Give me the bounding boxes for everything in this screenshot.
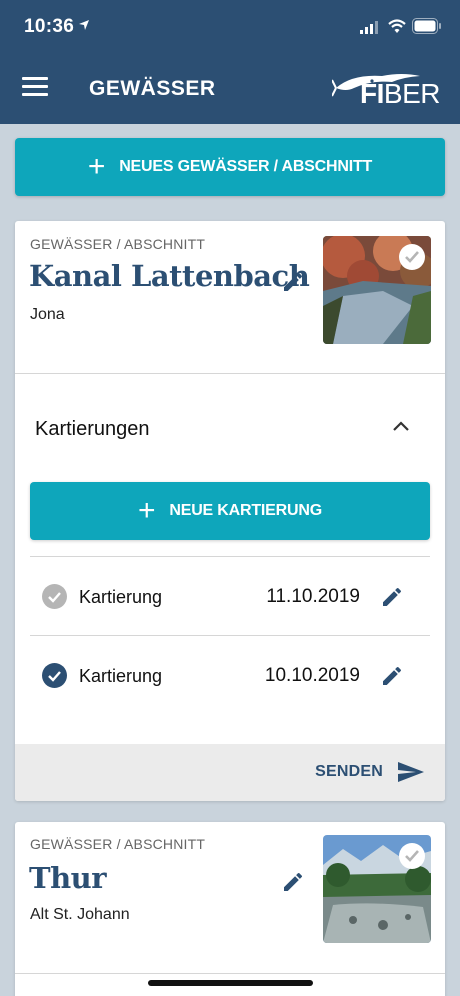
mapping-row[interactable]: Kartierung 11.10.2019 bbox=[30, 557, 430, 635]
water-overline: GEWÄSSER / ABSCHNITT bbox=[30, 836, 206, 852]
location-arrow-icon bbox=[79, 20, 89, 30]
new-water-button[interactable]: + NEUES GEWÄSSER / ABSCHNITT bbox=[15, 138, 445, 196]
send-icon bbox=[398, 762, 424, 782]
new-mapping-label: NEUE KARTIERUNG bbox=[169, 502, 322, 519]
water-card: GEWÄSSER / ABSCHNITT Kanal Lattenbach Jo… bbox=[15, 221, 445, 801]
send-button[interactable]: SENDEN bbox=[315, 760, 425, 784]
status-time: 10:36 bbox=[24, 16, 75, 37]
send-label: SENDEN bbox=[315, 763, 383, 780]
signal-icon bbox=[360, 21, 378, 34]
edit-icon[interactable] bbox=[281, 270, 305, 294]
mapping-date: 10.10.2019 bbox=[264, 665, 360, 686]
app-bar: GEWÄSSER FIBER bbox=[0, 54, 460, 124]
check-icon bbox=[399, 843, 425, 869]
fiber-logo: FIBER bbox=[332, 68, 448, 110]
wifi-icon bbox=[388, 19, 406, 33]
water-location: Alt St. Johann bbox=[30, 906, 130, 923]
water-location: Jona bbox=[30, 306, 65, 323]
new-mapping-button[interactable]: + NEUE KARTIERUNG bbox=[30, 482, 430, 540]
logo-text-bold: FI bbox=[360, 78, 384, 109]
check-circle-icon bbox=[42, 584, 67, 609]
battery-icon bbox=[412, 18, 441, 34]
edit-icon[interactable] bbox=[281, 870, 305, 894]
plus-icon: + bbox=[87, 150, 106, 183]
card-footer: SENDEN bbox=[15, 744, 445, 801]
logo-text: BER bbox=[383, 78, 441, 109]
mapping-label: Kartierung bbox=[79, 587, 163, 607]
water-photo[interactable] bbox=[323, 236, 431, 344]
water-photo[interactable] bbox=[323, 835, 431, 943]
chevron-up-icon[interactable] bbox=[392, 420, 410, 432]
divider bbox=[15, 973, 445, 974]
water-name: Thur bbox=[29, 861, 107, 895]
page-title: GEWÄSSER bbox=[89, 77, 216, 100]
check-circle-icon bbox=[42, 663, 67, 688]
status-bar: 10:36 bbox=[0, 0, 460, 54]
check-icon bbox=[399, 244, 425, 270]
divider bbox=[15, 373, 445, 374]
new-water-label: NEUES GEWÄSSER / ABSCHNITT bbox=[119, 158, 373, 175]
home-indicator bbox=[148, 980, 313, 986]
water-overline: GEWÄSSER / ABSCHNITT bbox=[30, 236, 206, 252]
mapping-date: 11.10.2019 bbox=[266, 586, 360, 607]
edit-icon[interactable] bbox=[380, 664, 404, 688]
edit-icon[interactable] bbox=[380, 585, 404, 609]
water-card: GEWÄSSER / ABSCHNITT Thur Alt St. Johann bbox=[15, 822, 445, 996]
plus-icon: + bbox=[138, 494, 156, 527]
mappings-title: Kartierungen bbox=[35, 418, 150, 440]
menu-icon[interactable] bbox=[22, 77, 48, 99]
mapping-row[interactable]: Kartierung 10.10.2019 bbox=[30, 636, 430, 714]
water-name: Kanal Lattenbach bbox=[29, 259, 310, 293]
mapping-label: Kartierung bbox=[79, 666, 163, 686]
